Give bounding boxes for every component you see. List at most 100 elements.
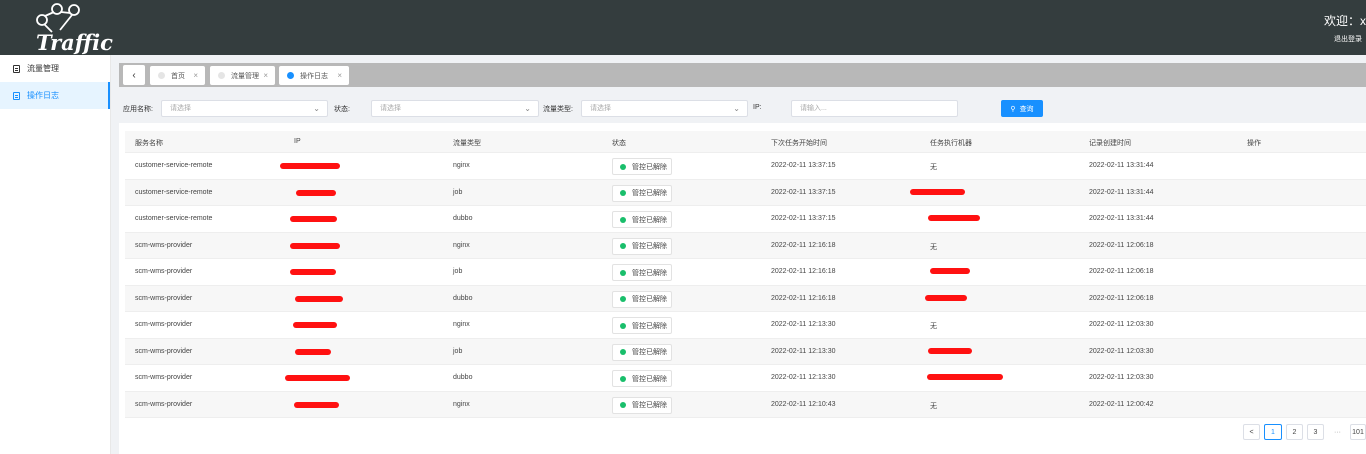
status-label: 管控已解除 <box>632 322 667 330</box>
table-row: scm-wms-provider dubbo 管控已解除 2022-02-11 12:… <box>125 365 1366 392</box>
tab-back-button[interactable]: ‹ <box>123 65 145 85</box>
status-dot-icon <box>620 243 626 249</box>
machine-cell-redacted <box>930 268 970 274</box>
machine-cell: 无 <box>930 243 937 251</box>
status-badge: 管控已解除 <box>612 396 672 414</box>
tab-bar: ‹ 首页 × 流量管理 × 操作日志 × <box>119 63 1366 87</box>
ip-cell-redacted <box>290 269 336 275</box>
sidebar-item-operation-log[interactable]: 操作日志 <box>0 82 110 109</box>
tab-operation-log[interactable]: 操作日志 × <box>279 66 349 85</box>
app-name-placeholder: 请选择 <box>170 105 191 112</box>
status-dot-icon <box>620 375 626 382</box>
traffic-type-placeholder: 请选择 <box>590 105 611 112</box>
status-label: 管控已解除 <box>632 402 667 409</box>
status-dot-icon <box>620 190 626 196</box>
tab-home[interactable]: 首页 × <box>150 66 205 85</box>
table-row: customer-service-remote dubbo 管控已解除 2022-02… <box>125 206 1366 233</box>
status-label: 管控已解除 <box>632 375 667 383</box>
status-badge: 管控已解除 <box>612 158 672 175</box>
next-task-time-cell: 2022-02-11 13:37:15 <box>771 215 836 222</box>
ip-cell-redacted <box>293 322 337 328</box>
traffic-type-select[interactable]: 请选择 ⌄ <box>581 100 748 117</box>
status-label: 管控已解除 <box>632 349 667 356</box>
traffic-type-cell: job <box>453 347 463 355</box>
app-name-label: 应用名称: <box>123 106 153 113</box>
ip-cell-redacted <box>294 401 339 408</box>
sidebar-item-traffic-management[interactable]: 流量管理 <box>0 55 110 82</box>
created-time-cell: 2022-02-11 12:06:18 <box>1089 241 1154 249</box>
machine-cell-redacted <box>910 188 965 195</box>
status-badge: 管控已解除 <box>612 290 672 308</box>
traffic-type-cell: nginx <box>453 241 470 249</box>
pagination-ellipsis[interactable]: ··· <box>1329 424 1346 440</box>
welcome-text: 欢迎：x <box>1323 14 1366 28</box>
next-task-time-cell: 2022-02-11 13:37:15 <box>771 188 836 196</box>
traffic-type-cell: dubbo <box>453 294 473 302</box>
status-badge: 管控已解除 <box>612 237 672 255</box>
machine-cell: 无 <box>930 402 937 410</box>
service-name-cell: scm-wms-provider <box>135 294 193 302</box>
machine-cell-redacted <box>928 215 980 221</box>
close-icon[interactable]: × <box>337 71 342 80</box>
table-row: scm-wms-provider job 管控已解除 2022-02-11 12:16… <box>125 259 1366 286</box>
sidebar-item-label: 操作日志 <box>27 91 59 100</box>
pagination-page-2[interactable]: 2 <box>1286 424 1303 440</box>
column-header: 流量类型 <box>453 140 481 147</box>
status-label: 管控已解除 <box>632 190 667 197</box>
query-button[interactable]: ⚲ 查询 <box>1001 100 1043 117</box>
sidebar: 流量管理 操作日志 <box>0 55 111 454</box>
tab-dot-icon <box>287 72 294 79</box>
status-dot-icon <box>620 269 626 276</box>
table-panel: 服务名称 IP 流量类型 状态 下次任务开始时间 任务执行机器 记录创建时间 操… <box>119 123 1366 454</box>
pagination-page-3[interactable]: 3 <box>1307 424 1324 440</box>
close-icon[interactable]: × <box>263 71 268 80</box>
next-task-time-cell: 2022-02-11 13:37:15 <box>771 162 836 169</box>
service-name-cell: scm-wms-provider <box>135 268 193 275</box>
pagination-last-page[interactable]: 101 <box>1350 424 1366 440</box>
ip-cell-redacted <box>285 375 350 381</box>
created-time-cell: 2022-02-11 12:03:30 <box>1089 347 1154 355</box>
document-icon <box>13 91 20 100</box>
status-badge: 管控已解除 <box>612 370 672 387</box>
tab-label: 操作日志 <box>300 72 328 80</box>
status-select[interactable]: 请选择 ⌄ <box>371 100 539 117</box>
status-badge: 管控已解除 <box>612 184 672 202</box>
status-dot-icon <box>620 216 626 223</box>
table-header: 服务名称 IP 流量类型 状态 下次任务开始时间 任务执行机器 记录创建时间 操… <box>125 131 1366 153</box>
pagination-prev-button[interactable]: < <box>1243 424 1260 440</box>
chevron-down-icon: ⌄ <box>524 104 531 113</box>
logout-link[interactable]: 退出登录 <box>1334 34 1362 44</box>
created-time-cell: 2022-02-11 12:03:30 <box>1089 321 1154 328</box>
status-badge: 管控已解除 <box>612 264 672 281</box>
column-header: 状态 <box>612 140 626 147</box>
table-row: scm-wms-provider job 管控已解除 2022-02-11 12:13… <box>125 338 1366 365</box>
next-task-time-cell: 2022-02-11 12:16:18 <box>771 268 836 275</box>
app-name-select[interactable]: 请选择 ⌄ <box>161 100 328 117</box>
created-time-cell: 2022-02-11 12:00:42 <box>1089 400 1154 408</box>
table-row: scm-wms-provider nginx 管控已解除 2022-02-11 12:… <box>125 232 1366 259</box>
traffic-type-cell: nginx <box>453 400 470 408</box>
created-time-cell: 2022-02-11 13:31:44 <box>1089 188 1154 196</box>
status-label: 管控已解除 <box>632 269 667 277</box>
ip-cell-redacted <box>296 189 336 196</box>
traffic-type-cell: dubbo <box>453 374 473 381</box>
chevron-down-icon: ⌄ <box>313 104 320 113</box>
pagination-page-1[interactable]: 1 <box>1264 424 1282 440</box>
tab-traffic-management[interactable]: 流量管理 × <box>210 66 275 85</box>
ip-input[interactable]: 请输入... <box>791 100 958 117</box>
table-row: scm-wms-provider nginx 管控已解除 2022-02-11 12:… <box>125 391 1366 418</box>
close-icon[interactable]: × <box>193 71 198 80</box>
tab-label: 首页 <box>171 72 185 80</box>
status-label: 管控已解除 <box>632 216 667 224</box>
machine-cell: 无 <box>930 323 937 330</box>
ip-label: IP: <box>753 104 762 111</box>
status-label: 管控已解除 <box>632 163 667 171</box>
service-name-cell: scm-wms-provider <box>135 321 193 328</box>
machine-cell-redacted <box>927 374 1003 380</box>
traffic-type-cell: nginx <box>453 321 470 328</box>
status-badge: 管控已解除 <box>612 343 672 361</box>
ip-cell-redacted <box>295 295 343 302</box>
logo-text: Traffic <box>36 30 113 55</box>
column-header: 操作 <box>1247 140 1261 147</box>
service-name-cell: customer-service-remote <box>135 215 213 222</box>
